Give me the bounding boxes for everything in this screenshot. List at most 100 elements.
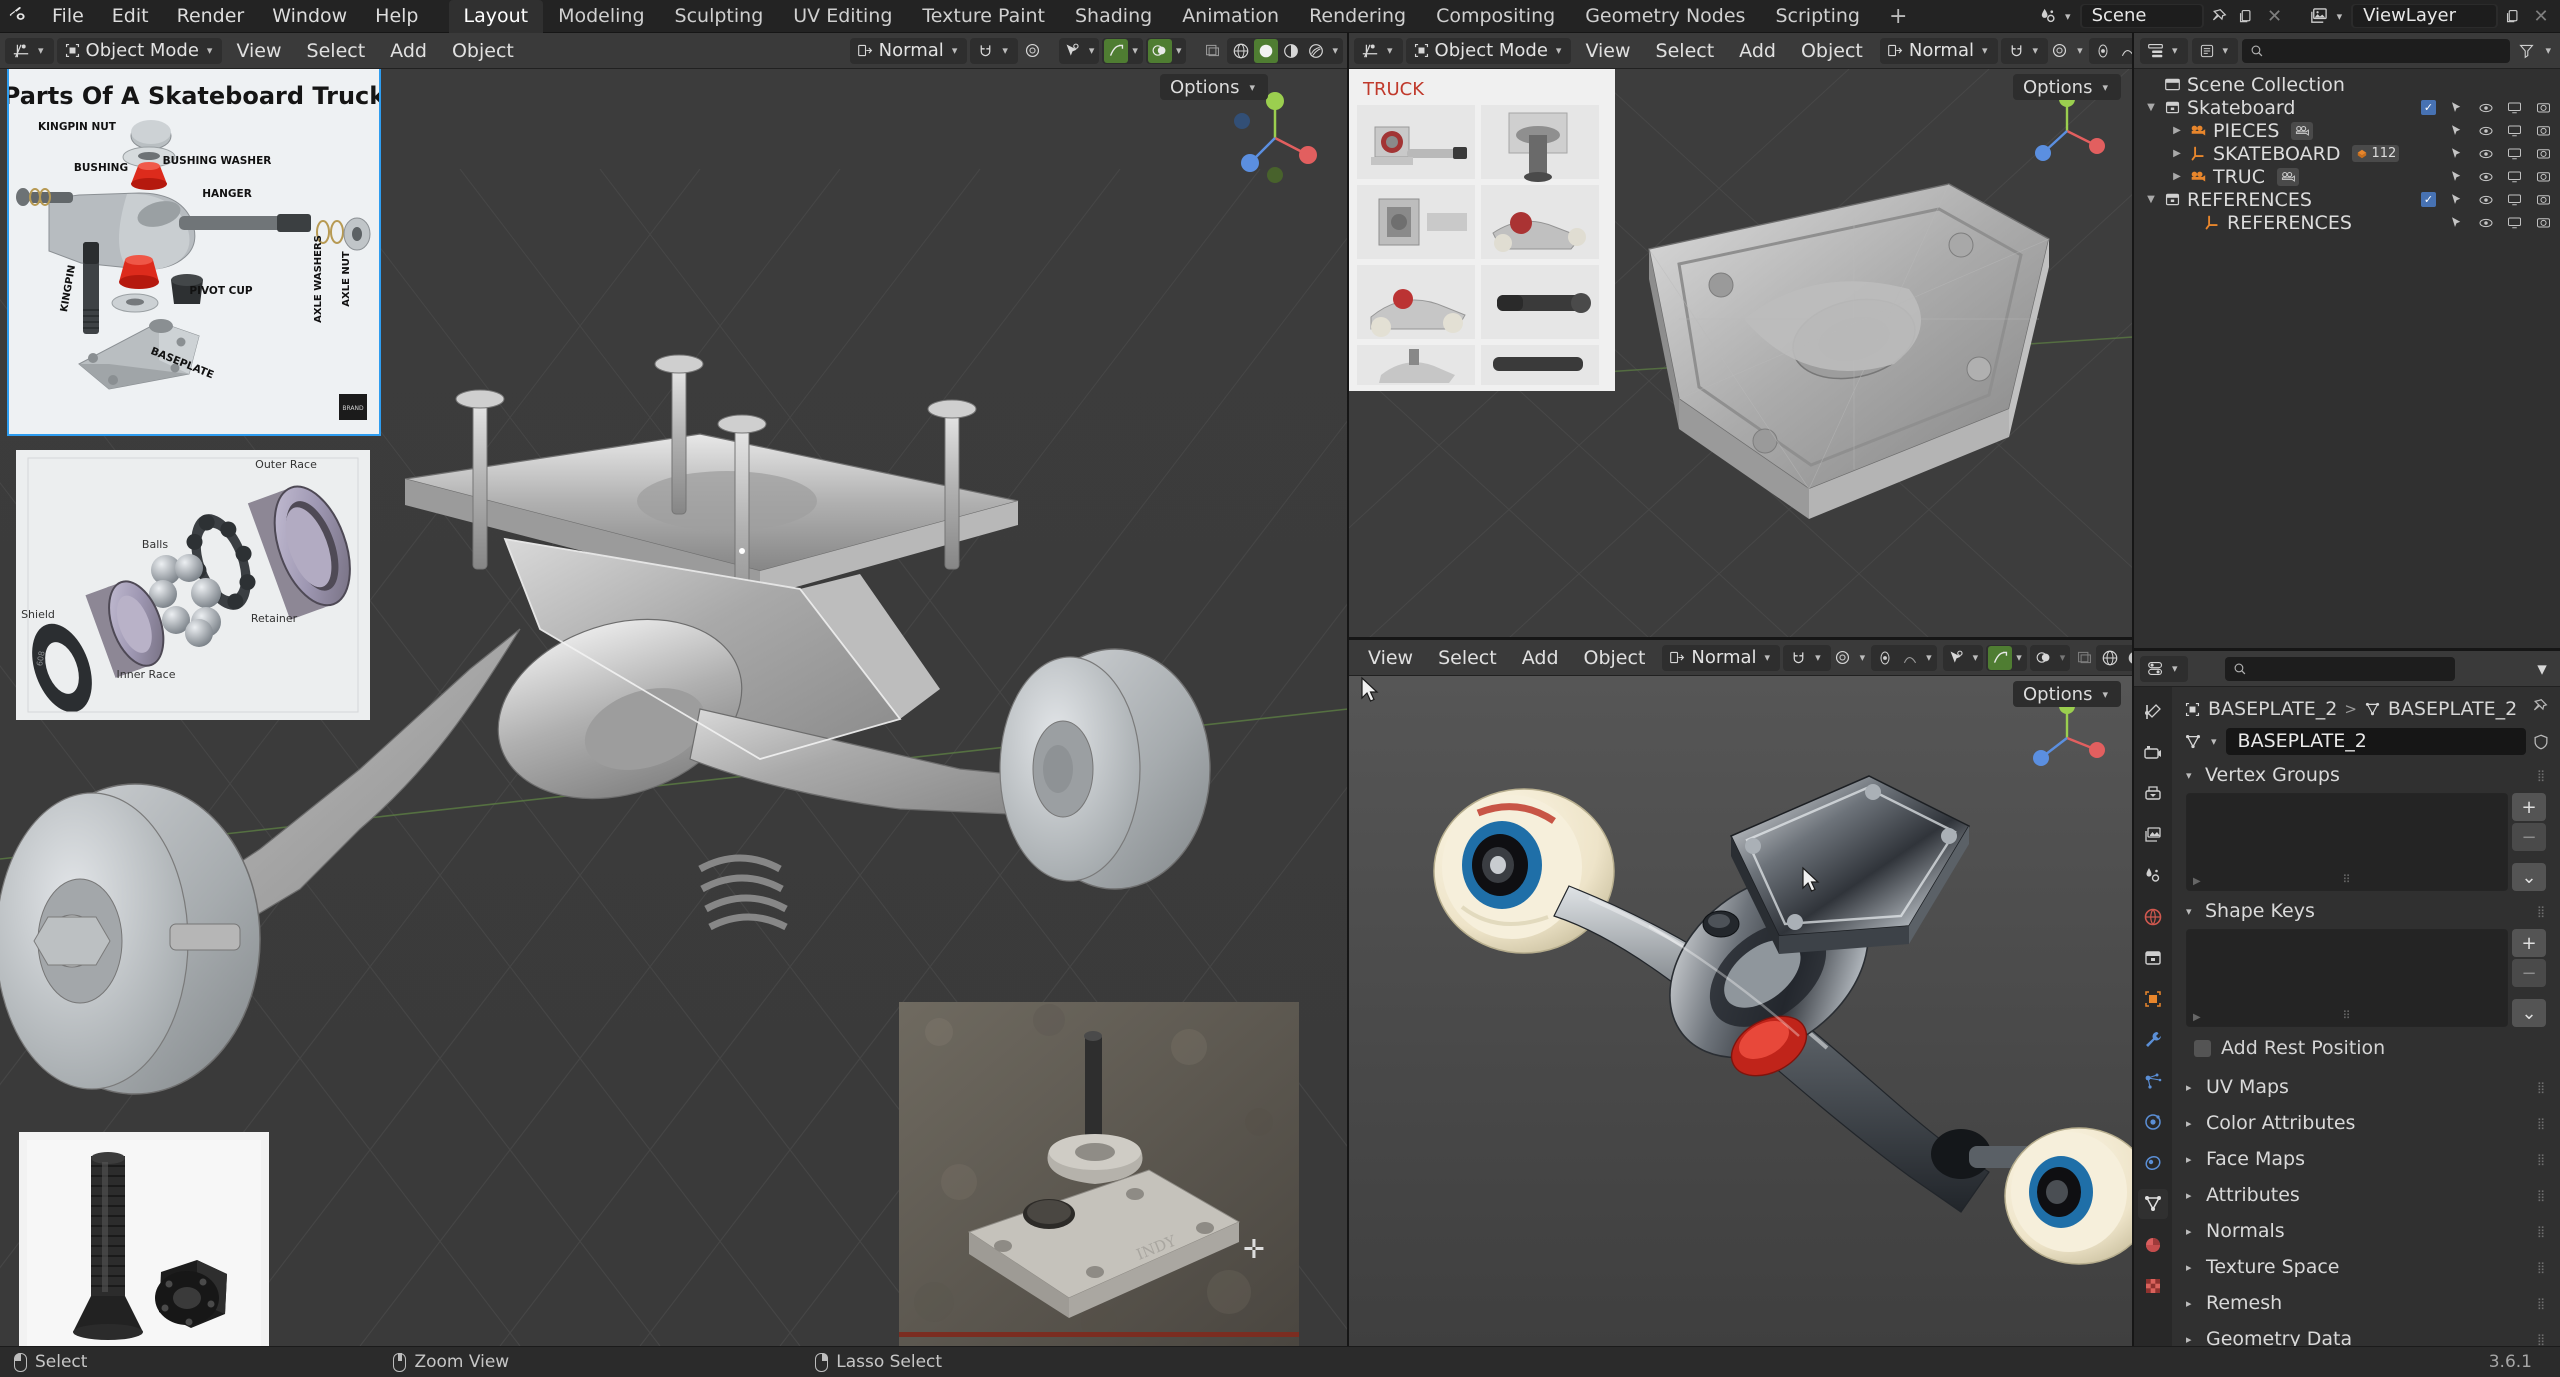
gizmo-toggle-group[interactable]: ▾ xyxy=(1058,37,1100,64)
overlays-toggle-group-3[interactable]: ▾ xyxy=(1986,644,2027,671)
disable-viewport-icon-6[interactable] xyxy=(2506,214,2523,231)
collection-checkbox[interactable]: ✓ xyxy=(2421,100,2436,115)
pin-icon[interactable] xyxy=(2206,4,2232,28)
panel-header-shape-keys[interactable]: ▾ Shape Keys ⣿ xyxy=(2172,891,2560,929)
properties-main[interactable]: BASEPLATE_2 > BASEPLATE_2 ▾ BASEPLATE_2 … xyxy=(2172,687,2560,1346)
disclosure-triangle-down[interactable]: ▼ xyxy=(2142,102,2160,113)
properties-editor-icon[interactable]: ▾ xyxy=(2140,655,2188,682)
new-viewlayer-copy-icon[interactable] xyxy=(2500,4,2526,28)
snap-target-group-3[interactable]: ▾ xyxy=(1871,644,1937,671)
outliner-row-pieces[interactable]: ▶ PIECES xyxy=(2134,119,2560,142)
viewport-br-menu-add[interactable]: Add xyxy=(1511,645,1570,671)
selectable-arrow-icon[interactable] xyxy=(2448,99,2465,116)
viewport-tr-menu-view[interactable]: View xyxy=(1574,38,1641,64)
outliner-row-skateboard-object[interactable]: ▶ SKATEBOARD 112 xyxy=(2134,142,2560,165)
tab-object-icon[interactable] xyxy=(2138,984,2168,1014)
viewport-left-options-button[interactable]: Options ▾ xyxy=(1160,74,1268,100)
menu-help[interactable]: Help xyxy=(361,3,432,29)
shape-key-specials-menu-button[interactable]: ⌄ xyxy=(2512,999,2546,1027)
hide-eye-icon-2[interactable] xyxy=(2477,122,2494,139)
transform-orientation-selector[interactable]: Normal ▾ xyxy=(849,37,968,64)
overlays-icon-3[interactable] xyxy=(1988,645,2013,670)
workspace-tab-compositing[interactable]: Compositing xyxy=(1421,0,1570,33)
scene-data-icon[interactable] xyxy=(2034,4,2060,28)
panel-header-uv-maps[interactable]: ▸ UV Maps ⣿ xyxy=(2172,1069,2560,1105)
splitter-vertical-right[interactable] xyxy=(2132,33,2134,1346)
menu-window[interactable]: Window xyxy=(258,3,361,29)
menu-edit[interactable]: Edit xyxy=(98,3,163,29)
xray-toggle-group[interactable]: ▾ xyxy=(1145,37,1187,64)
scene-id-field[interactable]: Scene xyxy=(2079,4,2204,28)
add-rest-position-checkbox[interactable] xyxy=(2194,1039,2211,1057)
splitter-horizontal-outliner-properties[interactable] xyxy=(2134,648,2560,651)
viewlayer-id-field[interactable]: ViewLayer xyxy=(2351,4,2498,28)
tab-scene-icon[interactable] xyxy=(2138,861,2168,891)
outliner-search-input[interactable] xyxy=(2242,38,2511,63)
panel-header-vertex-groups[interactable]: ▾ Vertex Groups ⣿ xyxy=(2172,755,2560,793)
show-gizmo-icon-3[interactable] xyxy=(1945,646,1969,670)
panel-header-color-attributes[interactable]: ▸ Color Attributes ⣿ xyxy=(2172,1105,2560,1141)
outliner-row-toggles-4[interactable] xyxy=(2448,168,2552,185)
proportional-edit-icon[interactable] xyxy=(1021,39,1045,63)
tab-physics-icon[interactable] xyxy=(2138,1107,2168,1137)
datablock-mesh-icon[interactable] xyxy=(2184,731,2202,753)
viewport-bottom-right-options-button[interactable]: Options ▾ xyxy=(2013,681,2121,707)
vertex-group-add-button[interactable]: + xyxy=(2512,793,2546,821)
shading-wireframe-icon-3[interactable] xyxy=(2076,646,2093,670)
workspace-tab-scripting[interactable]: Scripting xyxy=(1760,0,1875,33)
collection-checkbox-2[interactable]: ✓ xyxy=(2421,192,2436,207)
panel-header-attributes[interactable]: ▸ Attributes ⣿ xyxy=(2172,1177,2560,1213)
overlays-toggle-group[interactable]: ▾ xyxy=(1102,37,1143,64)
panel-header-remesh[interactable]: ▸ Remesh ⣿ xyxy=(2172,1285,2560,1321)
tab-material-icon[interactable] xyxy=(2138,1230,2168,1260)
outliner-display-mode-icon[interactable]: ▾ xyxy=(2140,37,2188,64)
add-rest-position-row[interactable]: Add Rest Position xyxy=(2172,1027,2560,1069)
shape-key-add-button[interactable]: + xyxy=(2512,929,2546,957)
viewport-bottom-right-canvas[interactable] xyxy=(1349,676,2133,1346)
selectable-arrow-icon-5[interactable] xyxy=(2448,191,2465,208)
outliner-filter-icon[interactable] xyxy=(2514,39,2538,63)
snap-point-icon-3[interactable] xyxy=(1873,646,1897,670)
object-mode-selector[interactable]: Object Mode ▾ xyxy=(56,37,223,64)
blender-logo-icon[interactable] xyxy=(0,0,38,33)
disable-viewport-icon-3[interactable] xyxy=(2506,145,2523,162)
vertex-group-specials-menu-button[interactable]: ⌄ xyxy=(2512,863,2546,891)
hide-eye-icon-6[interactable] xyxy=(2477,214,2494,231)
hide-eye-icon-3[interactable] xyxy=(2477,145,2494,162)
remove-viewlayer-x-icon[interactable]: ✕ xyxy=(2528,4,2554,28)
xray-icon[interactable] xyxy=(1147,38,1172,63)
disable-render-icon-2[interactable] xyxy=(2535,122,2552,139)
viewport-bottom-right[interactable]: Options ▾ ‹ xyxy=(1349,676,2133,1346)
viewport-br-menu-view[interactable]: View xyxy=(1357,645,1424,671)
viewport-left-axis-gizmo[interactable] xyxy=(1220,83,1330,198)
reference-image-bearing[interactable]: Outer Race Retainer Balls Inner Race Shi… xyxy=(16,450,370,720)
tab-world-globe-icon[interactable] xyxy=(2138,902,2168,932)
hide-eye-icon-4[interactable] xyxy=(2477,168,2494,185)
outliner-row-scene-collection[interactable]: Scene Collection xyxy=(2134,73,2560,96)
disclosure-triangle-right-2[interactable]: ▶ xyxy=(2168,148,2186,159)
datablock-chevron-down-icon[interactable]: ▾ xyxy=(2208,735,2220,748)
reference-image-bolt-nut[interactable] xyxy=(19,1132,269,1346)
disclosure-triangle-right-3[interactable]: ▶ xyxy=(2168,171,2186,182)
panel-header-normals[interactable]: ▸ Normals ⣿ xyxy=(2172,1213,2560,1249)
shading-wireframe-globe-icon[interactable] xyxy=(1229,39,1253,63)
view-layer-icon[interactable] xyxy=(2306,4,2332,28)
disable-render-icon-6[interactable] xyxy=(2535,214,2552,231)
shape-keys-list-resize-grip[interactable]: ⠿ xyxy=(2342,1009,2351,1022)
tab-texture-checker-icon[interactable] xyxy=(2138,1271,2168,1301)
tab-collection-icon[interactable] xyxy=(2138,943,2168,973)
viewport-tr-menu-object[interactable]: Object xyxy=(1790,38,1874,64)
outliner-row-skateboard[interactable]: ▼ Skateboard ✓ xyxy=(2134,96,2560,119)
viewport-left[interactable]: Options ▾ Parts Of A Skateboard Truck KI… xyxy=(0,69,1348,1346)
viewport-tr-menu-select[interactable]: Select xyxy=(1645,38,1726,64)
scene-name-field[interactable]: Scene xyxy=(2081,5,2202,27)
properties-tab-column[interactable] xyxy=(2134,687,2172,1346)
outliner-row-toggles-2[interactable] xyxy=(2448,122,2552,139)
outliner-tree[interactable]: Scene Collection ▼ Skateboard ✓ ▶ PIECES… xyxy=(2134,69,2560,234)
disclosure-triangle-right[interactable]: ▶ xyxy=(2168,125,2186,136)
viewlayer-chevron-down-icon[interactable]: ▾ xyxy=(2334,10,2346,23)
viewport-left-menu-object[interactable]: Object xyxy=(441,38,525,64)
disable-render-icon-4[interactable] xyxy=(2535,168,2552,185)
object-mode-selector-2[interactable]: Object Mode ▾ xyxy=(1405,37,1572,64)
hide-eye-icon[interactable] xyxy=(2477,99,2494,116)
